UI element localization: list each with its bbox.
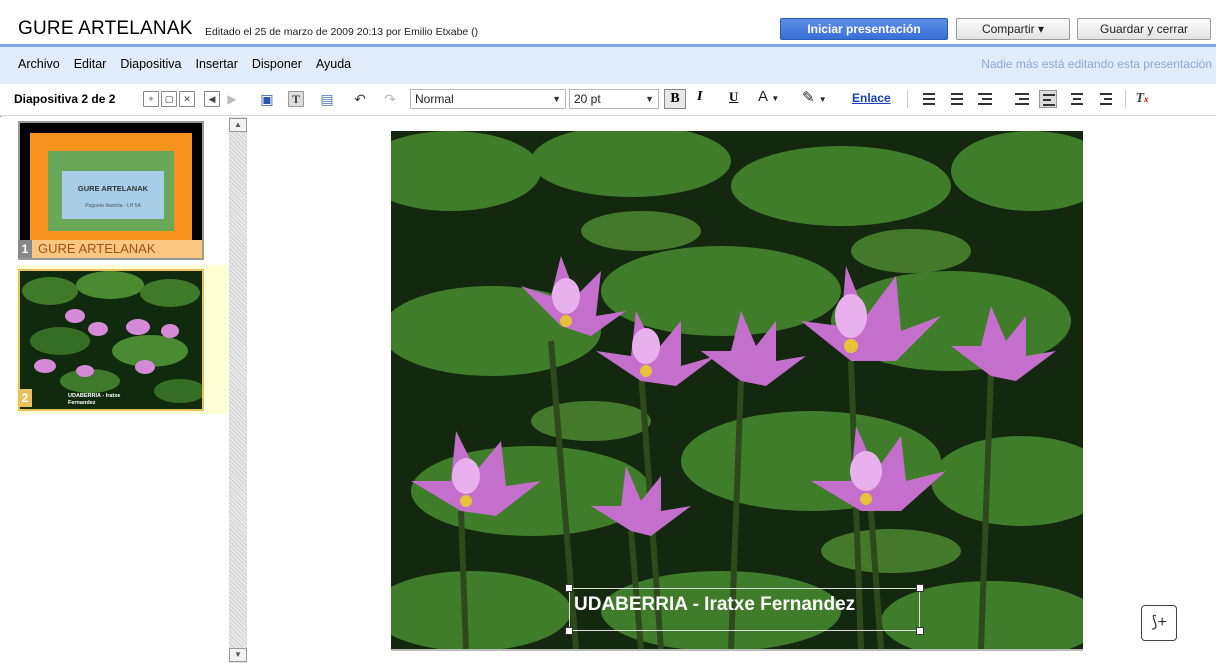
font-size-select[interactable]: 20 pt ▼ [569, 89, 659, 109]
slide-number: 2 [18, 389, 32, 407]
resize-handle[interactable] [916, 584, 924, 592]
align-center-icon[interactable] [1068, 90, 1086, 108]
start-presentation-button[interactable]: Iniciar presentación [780, 18, 948, 40]
slide-number: 1 [18, 240, 32, 258]
thumb-caption-line-1: UDABERRIA - Iratxe [68, 393, 121, 399]
text-box-icon[interactable]: T [288, 91, 304, 107]
chevron-down-icon: ▼ [818, 95, 827, 104]
slide-counter: Diapositiva 2 de 2 [14, 92, 116, 106]
title-bar: GURE ARTELANAK Editado el 25 de marzo de… [0, 0, 1216, 46]
new-slide-icon[interactable]: + [143, 91, 159, 107]
speaker-notes-icon[interactable]: ⟆+ [1141, 605, 1177, 641]
menu-insertar[interactable]: Insertar [195, 57, 237, 71]
slide-caption: GURE ARTELANAK [20, 240, 202, 258]
save-icon[interactable]: ▣ [259, 91, 275, 107]
scroll-up-icon[interactable]: ▲ [229, 118, 247, 132]
undo-icon[interactable]: ↶ [352, 91, 368, 107]
resize-handle[interactable] [565, 627, 573, 635]
chevron-down-icon: ▼ [645, 94, 654, 104]
slide-title-text[interactable]: UDABERRIA - Iratxe Fernandez [574, 594, 855, 616]
thumb-subtitle: Pagoeta Ikastola - LH 5A [85, 203, 141, 209]
next-slide-icon[interactable]: ▶ [224, 91, 240, 107]
decrease-indent-icon[interactable] [975, 90, 993, 108]
insert-image-icon[interactable]: ▤ [319, 91, 335, 107]
link-button[interactable]: Enlace [852, 91, 891, 105]
bold-button[interactable]: B [664, 89, 686, 109]
document-title[interactable]: GURE ARTELANAK [18, 18, 193, 40]
menu-diapositiva[interactable]: Diapositiva [120, 57, 181, 71]
thumb-caption-line-2: Fernandez [68, 400, 96, 406]
thumb-title: GURE ARTELANAK [77, 184, 149, 193]
resize-handle[interactable] [565, 584, 573, 592]
edited-info: Editado el 25 de marzo de 2009 20:13 por… [205, 26, 479, 38]
redo-icon[interactable]: ↷ [382, 91, 398, 107]
italic-button[interactable]: I [697, 89, 702, 105]
slide-panel-scrollbar[interactable] [229, 117, 247, 663]
slide-thumbnail-1[interactable]: GURE ARTELANAK Pagoeta Ikastola - LH 5A … [18, 121, 204, 260]
highlight-color-button[interactable]: ✎ ▼ [802, 88, 827, 106]
collaboration-status: Nadie más está editando esta presentació… [981, 57, 1212, 71]
increase-indent-icon[interactable] [1012, 90, 1030, 108]
menu-ayuda[interactable]: Ayuda [316, 57, 351, 71]
lotus-thumbnail-image [20, 271, 202, 409]
previous-slide-icon[interactable]: ◀ [204, 91, 220, 107]
style-select[interactable]: Normal ▼ [410, 89, 566, 109]
menu-editar[interactable]: Editar [74, 57, 107, 71]
menu: Archivo Editar Diapositiva Insertar Disp… [18, 57, 365, 71]
thumb-blue-box [62, 171, 164, 219]
chevron-down-icon: ▼ [552, 94, 561, 104]
thumb-caption: UDABERRIA - Iratxe Fernandez [68, 393, 120, 407]
menu-archivo[interactable]: Archivo [18, 57, 60, 71]
duplicate-slide-icon[interactable]: ▢ [161, 91, 177, 107]
toolbar-separator [1125, 90, 1126, 108]
font-color-button[interactable]: A ▼ [758, 88, 779, 105]
font-color-icon: A [758, 88, 768, 105]
delete-slide-icon[interactable]: ✕ [179, 91, 195, 107]
share-button[interactable]: Compartir ▾ [956, 18, 1070, 40]
lotus-photo [391, 131, 1083, 649]
underline-button[interactable]: U [729, 89, 738, 105]
align-right-icon[interactable] [1097, 90, 1115, 108]
menu-disponer[interactable]: Disponer [252, 57, 302, 71]
scroll-down-icon[interactable]: ▼ [229, 648, 247, 662]
save-close-button[interactable]: Guardar y cerrar [1077, 18, 1211, 40]
resize-handle[interactable] [916, 627, 924, 635]
font-size-value: 20 pt [574, 92, 601, 106]
toolbar-separator [907, 90, 908, 108]
numbered-list-icon[interactable] [918, 90, 936, 108]
align-left-icon[interactable] [1039, 90, 1057, 108]
clear-formatting-icon[interactable]: Tx [1134, 91, 1150, 107]
slide-editor[interactable] [391, 131, 1083, 649]
bulleted-list-icon[interactable] [946, 90, 964, 108]
slide-border [391, 649, 1083, 651]
slide-thumbnail-2[interactable]: UDABERRIA - Iratxe Fernandez [18, 269, 204, 411]
highlighter-icon: ✎ [802, 89, 815, 106]
chevron-down-icon: ▼ [771, 94, 780, 103]
style-select-value: Normal [415, 92, 454, 106]
